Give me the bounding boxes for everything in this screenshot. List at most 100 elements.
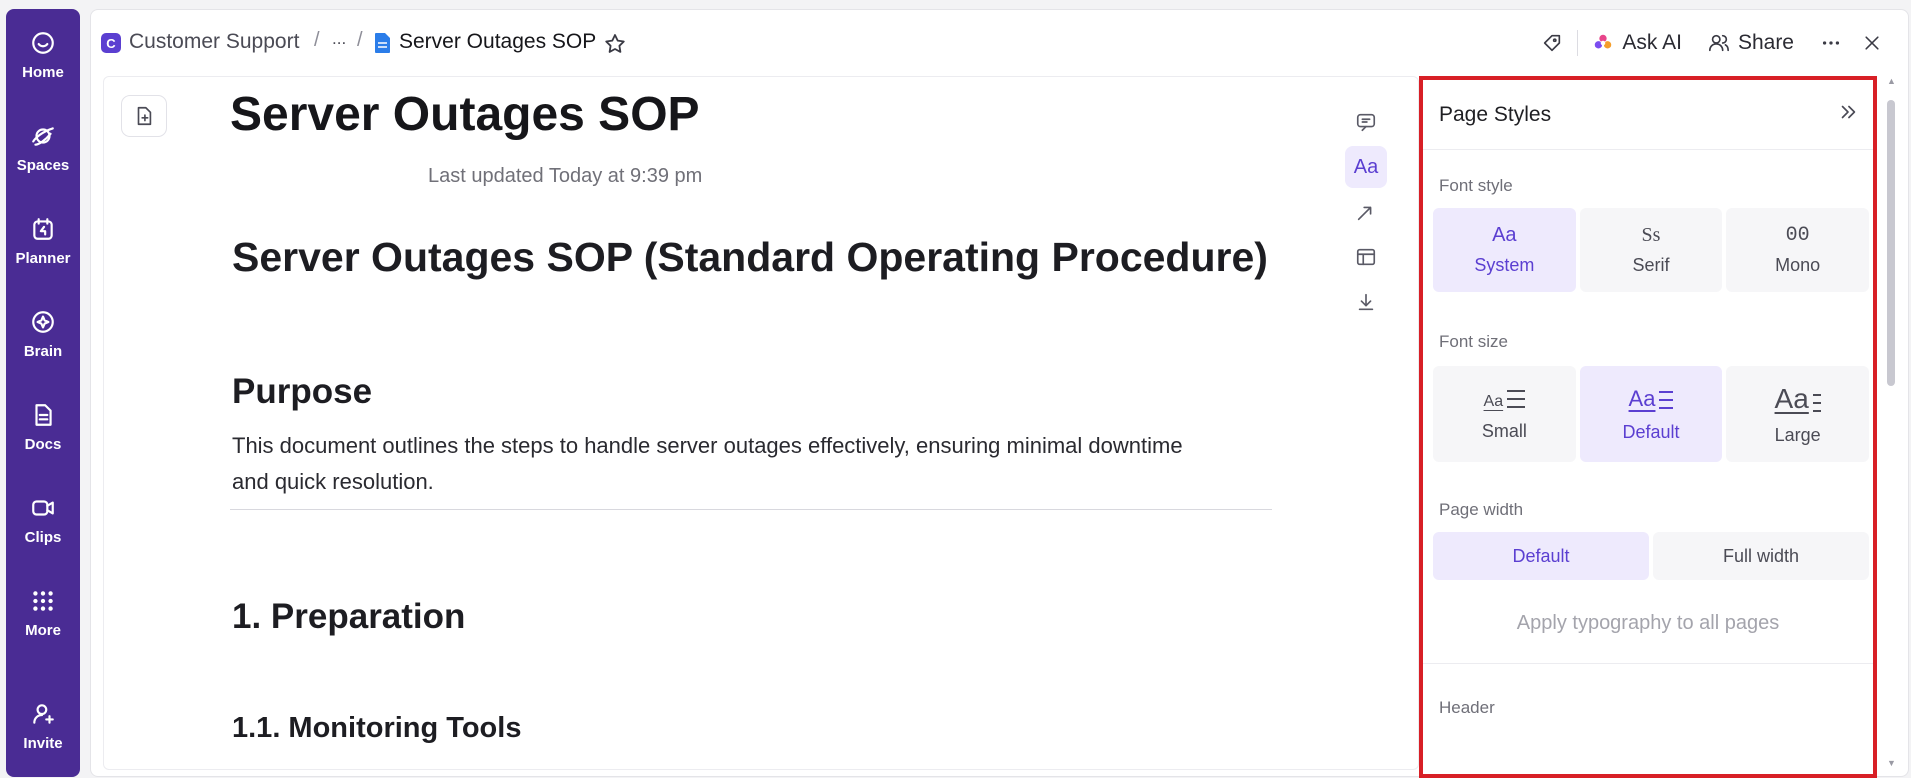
export-button[interactable] [1345,281,1387,323]
rail-item-label: Home [22,64,64,81]
page-width-full[interactable]: Full width [1653,532,1869,580]
lines-icon [1659,388,1674,412]
breadcrumb-space[interactable]: Customer Support [129,30,299,54]
page-styles-panel: Page Styles Font style Aa System Ss Seri… [1419,76,1877,778]
home-icon [32,32,54,54]
breadcrumb-current[interactable]: Server Outages SOP [399,30,596,54]
rail-item-label: Brain [23,343,63,360]
rail-item-clips[interactable]: Clips [6,474,80,567]
rail-item-docs[interactable]: Docs [6,381,80,474]
tag-icon [1544,34,1561,52]
rail-item-label: Planner [15,250,71,267]
add-subpage-button[interactable] [121,95,167,137]
font-style-glyph: 00 [1785,224,1810,247]
heading-monitoring-tools[interactable]: 1.1. Monitoring Tools [232,712,521,745]
doc-icon [35,404,52,426]
close-icon [1865,36,1879,50]
planet-icon [32,127,54,146]
page-width-label: Page width [1439,500,1524,519]
comments-button[interactable] [1345,101,1387,143]
top-bar-actions: Ask AI Share [1541,10,1908,76]
video-icon [32,500,54,516]
brain-icon [32,311,54,333]
rail-item-planner[interactable]: Planner [6,195,80,288]
layout-icon [1356,248,1376,266]
heading-purpose[interactable]: Purpose [232,372,372,412]
font-size-name: Small [1481,420,1527,441]
close-button[interactable] [1862,33,1882,53]
star-icon[interactable] [603,32,627,56]
small-size-glyph: Aa [1484,387,1526,411]
heading-preparation[interactable]: 1. Preparation [232,597,465,637]
breadcrumb-separator: / [357,29,363,51]
main-window: C Customer Support / ... / Server Outage… [90,9,1909,778]
page-width-default[interactable]: Default [1433,532,1649,580]
size-glyph-text: Aa [1774,382,1809,414]
font-size-small[interactable]: Aa Small [1433,366,1576,462]
rail-item-spaces[interactable]: Spaces [6,102,80,195]
document-icon [375,33,390,53]
default-size-glyph: Aa [1629,386,1674,412]
panel-header: Page Styles [1423,80,1873,150]
heading-1[interactable]: Server Outages SOP (Standard Operating P… [232,234,1268,281]
rail-item-label: Spaces [16,157,70,174]
font-style-serif[interactable]: Ss Serif [1579,208,1723,292]
rail-item-home[interactable]: Home [6,9,80,102]
lines-icon [1812,391,1821,415]
share-users-icon [1708,34,1729,52]
relations-button[interactable] [1345,191,1387,233]
tag-button[interactable] [1541,32,1563,54]
font-size-label: Font size [1439,332,1508,351]
ellipsis-icon [1822,41,1840,45]
font-size-name: Default [1622,421,1680,442]
size-glyph-text: Aa [1483,392,1504,410]
share-button[interactable]: Share [1708,31,1794,55]
space-avatar[interactable]: C [101,33,121,53]
rail-item-more[interactable]: More [6,567,80,660]
font-size-large[interactable]: Aa Large [1726,366,1870,462]
more-options-button[interactable] [1820,32,1842,54]
layout-button[interactable] [1345,236,1387,278]
rail-item-brain[interactable]: Brain [6,288,80,381]
ai-sparkle-icon [1595,34,1612,49]
purpose-paragraph[interactable]: This document outlines the steps to hand… [232,428,1192,500]
divider [1577,30,1579,56]
ask-ai-label: Ask AI [1622,31,1682,54]
page-width-options: Default Full width [1423,532,1873,580]
add-user-icon [33,704,54,724]
calendar-icon [33,218,53,240]
large-size-glyph: Aa [1775,383,1821,415]
panel-title: Page Styles [1439,102,1552,126]
page-styles-button[interactable]: Aa [1345,146,1387,188]
rail-item-invite[interactable]: Invite [6,680,80,773]
header-label: Header [1439,698,1495,717]
link-arrows-icon [1357,206,1372,221]
panel-scrollbar[interactable]: ▲ ▼ [1885,76,1897,776]
page-title[interactable]: Server Outages SOP [230,87,700,142]
ask-ai-button[interactable]: Ask AI [1592,31,1682,55]
font-size-default[interactable]: Aa Default [1579,366,1723,462]
rail-item-label: Invite [23,735,63,752]
font-style-glyph: Ss [1641,224,1661,246]
apply-typography-all-pages-button[interactable]: Apply typography to all pages [1423,612,1873,635]
font-size-options: Aa Small Aa Default Aa Large [1423,366,1873,462]
font-style-mono[interactable]: 00 Mono [1726,208,1870,292]
double-chevron-right-icon [1841,105,1856,119]
breadcrumb-ellipsis[interactable]: ... [332,29,346,49]
rail-item-label: Clips [24,529,62,546]
grid-icon [33,591,53,611]
subpage-icon [137,106,152,126]
download-icon [1358,293,1374,311]
scroll-up-arrow[interactable]: ▲ [1887,76,1896,86]
font-style-system[interactable]: Aa System [1433,208,1576,292]
collapse-panel-button[interactable] [1837,101,1859,128]
last-updated-text: Last updated Today at 9:39 pm [428,165,703,187]
document-canvas: Server Outages SOP Last updated Today at… [103,76,1419,770]
scroll-down-arrow[interactable]: ▼ [1887,758,1896,768]
scroll-thumb[interactable] [1887,100,1895,386]
